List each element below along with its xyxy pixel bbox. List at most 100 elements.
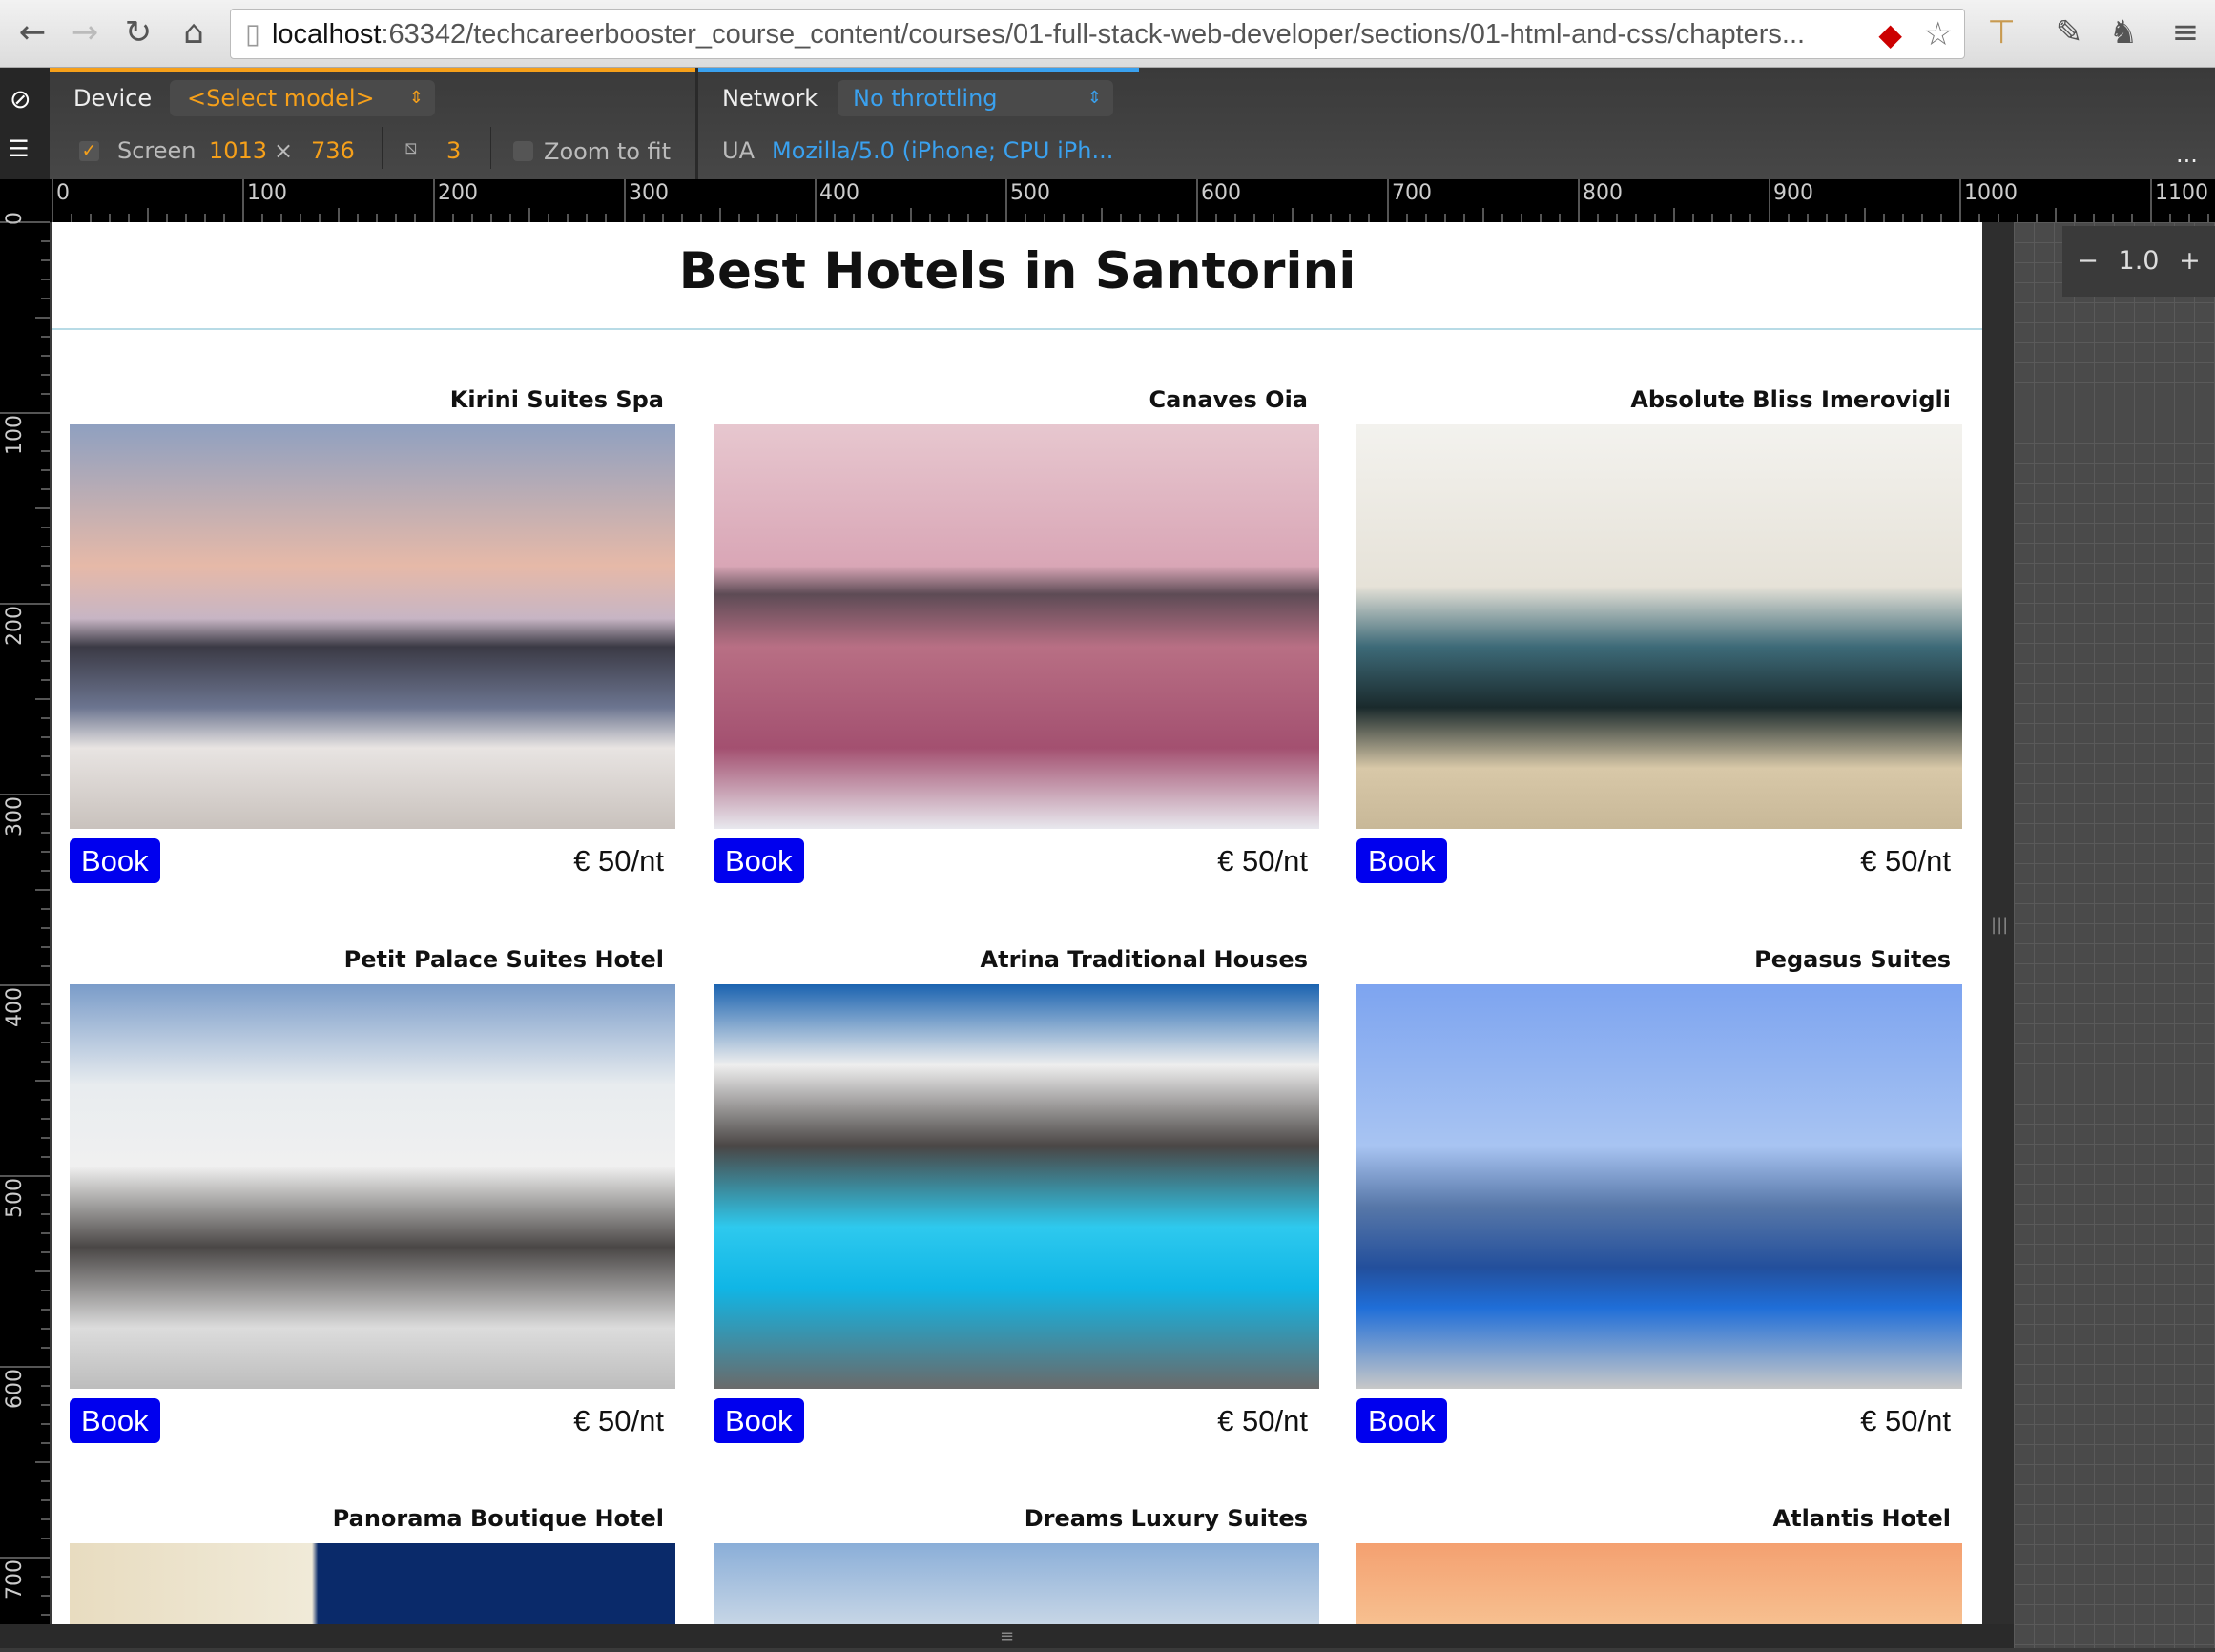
browser-toolbar: ← → ↻ ⌂ ▯ localhost:63342/techcareerboost… (0, 0, 2215, 68)
book-button[interactable]: Book (70, 1398, 160, 1443)
ruler-tick-label: 700 (1392, 181, 1432, 205)
menu-icon[interactable]: ≡ (2164, 11, 2206, 53)
network-throttling-select[interactable]: No throttling ⇕ (838, 80, 1113, 116)
address-bar[interactable]: ▯ localhost:63342/techcareerbooster_cours… (230, 9, 1965, 59)
hotel-card: Canaves Oia Book € 50/nt (714, 384, 1319, 885)
viewport-resize-handle[interactable]: ||| (1982, 222, 2014, 1648)
ruler-tick-label: 300 (629, 181, 669, 205)
device-label: Device (73, 85, 153, 112)
ruler-tick-label: 400 (819, 181, 859, 205)
ruler-extension-icon[interactable]: ⊤ (1980, 11, 2022, 53)
screen-checkbox[interactable]: ✓ (79, 141, 99, 161)
hotel-name: Pegasus Suites (1754, 946, 1951, 973)
more-options-button[interactable]: ... (2176, 141, 2198, 168)
hotel-name: Canaves Oia (1149, 386, 1308, 413)
canvas-background (2014, 222, 2215, 1648)
zoom-value: 1.0 (2118, 246, 2160, 276)
emulation-sidebar: ⊘ ☰ (0, 68, 50, 179)
reload-icon[interactable]: ↻ (117, 11, 159, 53)
hotel-photo (70, 424, 675, 829)
hotel-name: Absolute Bliss Imerovigli (1630, 386, 1951, 413)
bottom-resize-handle[interactable]: ≡ (0, 1624, 2014, 1648)
section-divider (695, 68, 698, 179)
hotel-card: Dreams Luxury Suites (714, 1503, 1319, 1624)
ruler-tick-label: 300 (3, 796, 27, 836)
device-emulation-bar: Device <Select model> ⇕ Network No throt… (0, 68, 2215, 179)
hotel-price: € 50/nt (1860, 844, 1951, 878)
device-pixel-ratio-icon: ⧅ (404, 135, 418, 158)
ruler-tick-label: 700 (3, 1559, 27, 1600)
book-button[interactable]: Book (70, 838, 160, 883)
hotel-price: € 50/nt (1217, 844, 1308, 878)
hotel-name: Kirini Suites Spa (449, 386, 664, 413)
hotel-photo (1356, 984, 1962, 1389)
network-section-indicator (698, 68, 1139, 72)
zoom-control: − 1.0 + (2062, 226, 2215, 297)
screen-width-input[interactable]: 1013 (209, 137, 267, 164)
ruler-tick-label: 100 (247, 181, 287, 205)
device-model-select[interactable]: <Select model> ⇕ (170, 80, 435, 116)
ruler-tick-label: 0 (56, 181, 70, 205)
evernote-icon[interactable]: ♞ (2102, 11, 2144, 53)
select-arrows-icon: ⇕ (408, 88, 424, 108)
hotel-price: € 50/nt (573, 1404, 664, 1437)
ruler-tick-label: 600 (3, 1369, 27, 1409)
device-section-indicator (50, 68, 695, 72)
book-button[interactable]: Book (1356, 838, 1447, 883)
hotel-card: Pegasus Suites Book € 50/nt (1356, 944, 1962, 1445)
ruler-tick-label: 0 (3, 212, 27, 225)
book-button[interactable]: Book (1356, 1398, 1447, 1443)
book-button[interactable]: Book (714, 1398, 804, 1443)
emulated-viewport: Best Hotels in Santorini Kirini Suites S… (52, 222, 1982, 1624)
ruler-tick-label: 900 (1773, 181, 1813, 205)
ruler-tick-label: 800 (1583, 181, 1623, 205)
disable-emulation-icon[interactable]: ⊘ (10, 85, 31, 114)
ua-label: UA (722, 137, 755, 164)
drawer-toggle-icon[interactable]: ☰ (9, 135, 30, 162)
hotel-photo (1356, 424, 1962, 829)
home-icon[interactable]: ⌂ (173, 11, 215, 53)
user-agent-input[interactable]: Mozilla/5.0 (iPhone; CPU iPh... (772, 137, 1113, 164)
eyedropper-extension-icon[interactable]: ✎ (2048, 11, 2090, 53)
hotel-photo (70, 984, 675, 1389)
bookmark-star-icon[interactable]: ☆ (1924, 10, 1953, 58)
hotel-name: Panorama Boutique Hotel (332, 1505, 664, 1532)
ruler-tick-label: 600 (1201, 181, 1241, 205)
hotel-name: Atlantis Hotel (1772, 1505, 1951, 1532)
ruler-tick-label: 100 (3, 415, 27, 455)
hotel-price: € 50/nt (573, 844, 664, 878)
zoom-to-fit-label: Zoom to fit (544, 138, 672, 165)
hotel-photo (70, 1543, 675, 1624)
screen-times-sign: × (274, 137, 294, 164)
ruler-tick-label: 1000 (1964, 181, 2018, 205)
screen-label: Screen (117, 137, 197, 164)
title-divider (52, 328, 1982, 330)
horizontal-ruler: 0 100 200 300 400 500 600 700 800 900 1000 1100 (0, 179, 2215, 222)
hotel-card: Atlantis Hotel (1356, 1503, 1962, 1624)
zoom-to-fit-checkbox[interactable] (513, 141, 533, 161)
hotel-card: Panorama Boutique Hotel (70, 1503, 675, 1624)
zoom-in-button[interactable]: + (2179, 246, 2201, 276)
dpr-input[interactable]: 3 (446, 137, 461, 164)
zoom-out-button[interactable]: − (2077, 246, 2099, 276)
ruby-extension-icon[interactable]: ◆ (1878, 10, 1902, 58)
ruler-tick-label: 200 (3, 606, 27, 646)
back-icon[interactable]: ← (11, 11, 53, 53)
hotel-name: Atrina Traditional Houses (980, 946, 1308, 973)
book-button[interactable]: Book (714, 838, 804, 883)
network-label: Network (722, 85, 818, 112)
ruler-tick-label: 500 (1010, 181, 1050, 205)
screen-height-input[interactable]: 736 (311, 137, 355, 164)
ruler-tick-label: 200 (438, 181, 478, 205)
hotel-photo (714, 424, 1319, 829)
hotel-card: Petit Palace Suites Hotel Book € 50/nt (70, 944, 675, 1445)
hotel-card: Kirini Suites Spa Book € 50/nt (70, 384, 675, 885)
hotel-photo (1356, 1543, 1962, 1624)
hotel-name: Dreams Luxury Suites (1024, 1505, 1308, 1532)
hotel-price: € 50/nt (1217, 1404, 1308, 1437)
hotel-photo (714, 1543, 1319, 1624)
hotel-card: Atrina Traditional Houses Book € 50/nt (714, 944, 1319, 1445)
forward-icon[interactable]: → (64, 11, 106, 53)
hotel-photo (714, 984, 1319, 1389)
ruler-tick-label: 500 (3, 1178, 27, 1218)
